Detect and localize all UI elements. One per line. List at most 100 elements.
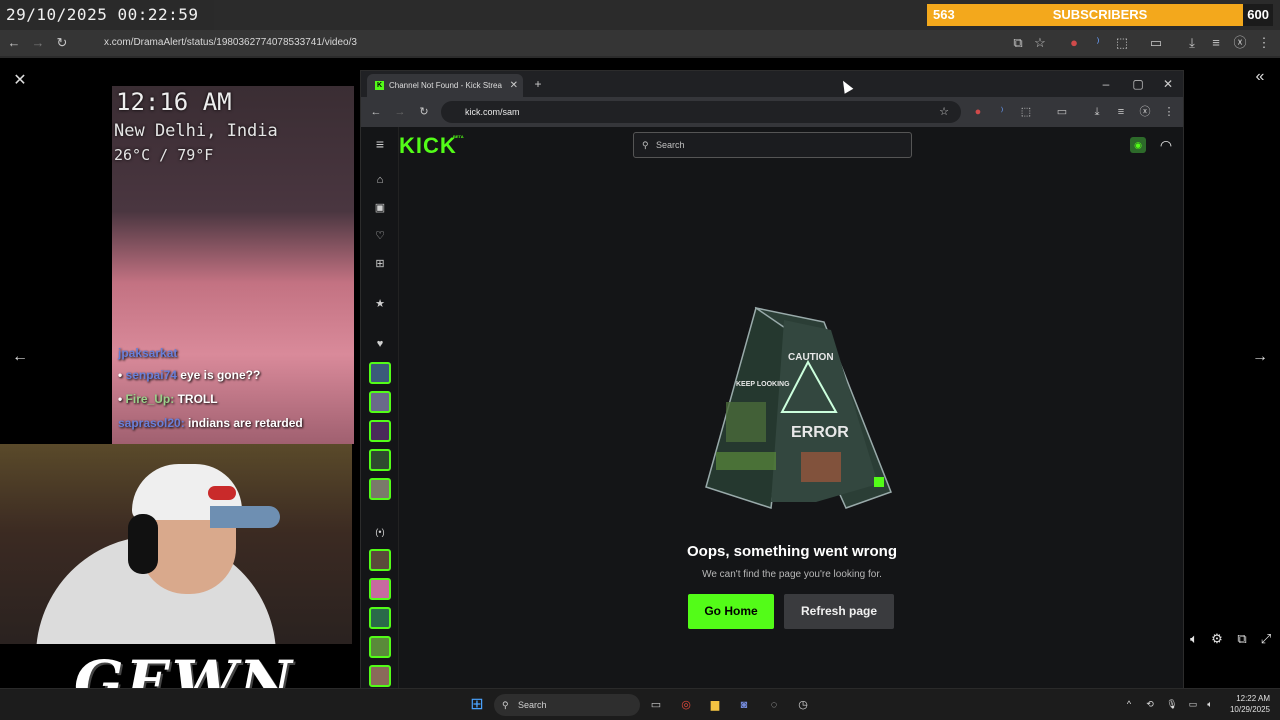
profile-avatar-icon[interactable]: ⓧ (1134, 97, 1156, 127)
tray-sync-icon[interactable]: ⟲ (1143, 697, 1157, 711)
extensions-puzzle-icon[interactable]: ⬚ (1110, 30, 1134, 56)
forward-icon[interactable]: → (26, 30, 50, 56)
cast-icon[interactable]: ⧉ (1006, 30, 1030, 56)
reload-icon[interactable]: ↻ (413, 97, 435, 127)
recommended-star-icon[interactable]: ★ (370, 295, 390, 313)
chrome-icon[interactable]: ◎ (676, 695, 696, 715)
bookmark-star-icon[interactable]: ☆ (1028, 30, 1052, 56)
audio-extension-icon[interactable]: ⁾ (1086, 30, 1110, 56)
bookmark-star-icon[interactable]: ☆ (933, 97, 955, 127)
tab-title: Channel Not Found - Kick Strea (389, 81, 502, 90)
extensions-puzzle-icon[interactable]: ⬚ (1015, 97, 1037, 127)
home-icon[interactable]: ⌂ (370, 171, 390, 189)
outer-url-field[interactable]: x.com/DramaAlert/status/1980362774078533… (84, 34, 1004, 52)
channel-avatar[interactable] (369, 362, 391, 384)
chat-message: saprasol20: indians are retarded (118, 416, 303, 430)
kick-beta-badge: BETA (453, 134, 464, 139)
download-icon[interactable]: ⤓ (1086, 97, 1108, 127)
chat-message: jpaksarkat (118, 346, 177, 360)
popout-icon[interactable]: ⧉ (1232, 630, 1252, 648)
tab-close-icon[interactable]: ✕ (510, 74, 518, 97)
headphones (128, 514, 158, 574)
back-icon[interactable]: ← (2, 30, 26, 56)
favorites-heart-icon: ♥ (376, 338, 384, 350)
microphone-icon[interactable]: 🎙︎ (1165, 697, 1179, 711)
tray-overflow-icon[interactable]: ^ (1122, 697, 1136, 711)
channel-avatar[interactable] (369, 665, 391, 687)
stream-timestamp: 29/10/2025 00:22:59 (0, 0, 214, 30)
refresh-page-button[interactable]: Refresh page (784, 594, 894, 629)
stream-temperature: 26°C / 79°F (114, 146, 214, 164)
menu-kebab-icon[interactable]: ⋮ (1252, 30, 1276, 56)
channel-avatar[interactable] (369, 607, 391, 629)
channel-avatar[interactable] (369, 578, 391, 600)
minimize-icon[interactable]: – (1091, 71, 1121, 97)
maximize-icon[interactable]: ▢ (1123, 71, 1153, 97)
speaker-icon[interactable]: 🔈︎ (1203, 697, 1217, 711)
following-heart-icon[interactable]: ♡ (370, 227, 390, 245)
error-title: Oops, something went wrong (687, 543, 897, 560)
tab-channel-not-found[interactable]: K Channel Not Found - Kick Strea ✕ (367, 74, 523, 97)
search-input[interactable]: ⚲ Search (633, 132, 912, 158)
stream-location: New Delhi, India (114, 121, 278, 141)
app-icon[interactable]: ◌ (764, 695, 784, 715)
volume-icon[interactable]: 🔈︎ (1184, 630, 1204, 648)
next-arrow-icon[interactable]: → (1248, 348, 1272, 366)
window-close-icon[interactable]: ✕ (1153, 71, 1183, 97)
user-menu-icon[interactable]: ◠ (1156, 135, 1176, 155)
channel-avatar[interactable] (369, 636, 391, 658)
chat-username: jpaksarkat (118, 346, 178, 360)
clock-app-icon[interactable]: ◷ (793, 695, 813, 715)
browse-icon[interactable]: ▣ (370, 199, 390, 217)
hamburger-menu-icon[interactable]: ≡ (370, 135, 390, 153)
start-windows-icon[interactable]: ⊞ (467, 695, 487, 715)
channel-avatar[interactable] (369, 478, 391, 500)
network-icon[interactable]: ▭ (1186, 697, 1200, 711)
extension-icon[interactable]: ● (967, 97, 989, 127)
taskbar-search-placeholder: Search (518, 700, 547, 710)
close-icon[interactable]: ✕ (8, 70, 32, 90)
go-home-button[interactable]: Go Home (688, 594, 774, 629)
forward-icon[interactable]: → (389, 97, 411, 127)
tab-bar: K Channel Not Found - Kick Strea ✕ + – ▢… (361, 71, 1183, 97)
sidepanel-icon[interactable]: ▭ (1051, 97, 1073, 127)
discord-icon[interactable]: ◙ (734, 695, 754, 715)
channel-avatar[interactable] (369, 420, 391, 442)
download-icon[interactable]: ⤓ (1180, 30, 1204, 56)
channel-avatar[interactable] (369, 549, 391, 571)
kick-logo[interactable]: KICK (399, 133, 457, 159)
back-icon[interactable]: ← (365, 97, 387, 127)
task-view-icon[interactable]: ▭ (646, 695, 666, 715)
tray-clock[interactable]: 12:22 AM 10/29/2025 (1222, 693, 1270, 715)
kick-extension-icon[interactable]: ◉ (1130, 137, 1146, 153)
settings-gear-icon[interactable]: ⚙ (1207, 630, 1227, 648)
media-icon[interactable]: ≡ (1110, 97, 1132, 127)
subscriber-goal: 600 (1243, 4, 1273, 26)
previous-arrow-icon[interactable]: ← (8, 348, 32, 366)
subscriber-goal-bar: 563 SUBSCRIBERS 600 (927, 4, 1273, 26)
new-tab-icon[interactable]: + (523, 71, 553, 97)
cap-brim (210, 506, 280, 528)
reload-icon[interactable]: ↻ (50, 30, 74, 56)
chat-text: eye is gone?? (180, 368, 261, 382)
profile-avatar-icon[interactable]: ⓧ (1228, 30, 1252, 56)
file-explorer-icon[interactable]: ▆ (705, 695, 725, 715)
streamer-webcam (0, 444, 352, 644)
sidepanel-icon[interactable]: ▭ (1144, 30, 1168, 56)
audio-extension-icon[interactable]: ⁾ (991, 97, 1013, 127)
inner-url-field[interactable]: kick.com/sam (441, 101, 961, 123)
extension-icon[interactable]: ● (1062, 30, 1086, 56)
cap-logo (208, 486, 236, 500)
channel-avatar[interactable] (369, 391, 391, 413)
media-icon[interactable]: ≡ (1204, 30, 1228, 56)
taskbar-search-input[interactable]: ⚲ Search (494, 694, 640, 716)
menu-kebab-icon[interactable]: ⋮ (1158, 97, 1180, 127)
collapse-icon[interactable]: « (1248, 68, 1272, 86)
search-placeholder: Search (656, 140, 685, 150)
fullscreen-icon[interactable]: ⤢ (1256, 630, 1276, 648)
chat-message: • Fire_Up: TROLL (118, 392, 218, 406)
channel-avatar[interactable] (369, 449, 391, 471)
categories-grid-icon[interactable]: ⊞ (370, 255, 390, 273)
kick-sidebar: ≡ ⌂ ▣ ♡ ⊞ ★ ♥ (•) (361, 127, 399, 689)
error-subtitle: We can't find the page you're looking fo… (702, 569, 882, 580)
